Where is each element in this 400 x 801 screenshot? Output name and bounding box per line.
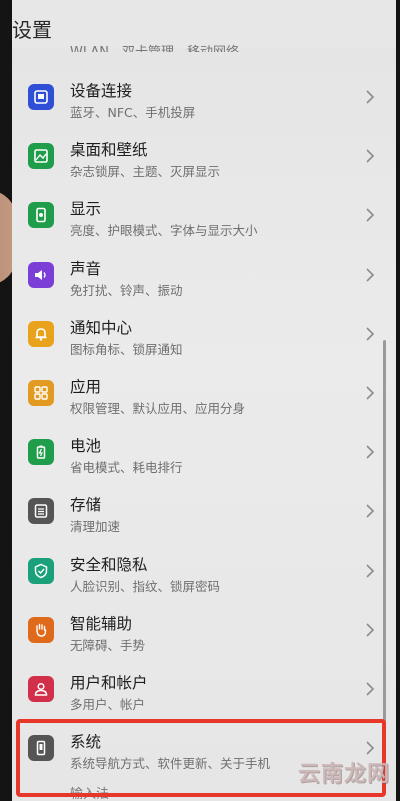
item-subtitle: 多用户、帐户: [70, 696, 146, 712]
chevron-right-icon: [366, 386, 375, 400]
chevron-right-icon: [366, 267, 375, 282]
chevron-right-icon: [366, 682, 375, 696]
settings-item-apps[interactable]: 应用 权限管理、默认应用、应用分身: [12, 362, 396, 421]
item-title: 声音: [70, 259, 102, 278]
chevron-right-icon: [366, 504, 375, 518]
item-subtitle: 权限管理、默认应用、应用分身: [70, 400, 246, 416]
settings-item-battery[interactable]: 电池 省电模式、耗电排行: [12, 421, 396, 480]
settings-item-notifications[interactable]: 通知中心 图标角标、锁屏通知: [12, 303, 396, 362]
scrollbar[interactable]: [383, 340, 386, 760]
item-title: 桌面和壁纸: [70, 141, 148, 160]
chevron-right-icon: [366, 149, 375, 163]
item-title: 电池: [70, 437, 102, 456]
chevron-right-icon: [366, 741, 375, 755]
settings-item-users[interactable]: 用户和帐户 多用户、帐户: [12, 658, 396, 717]
hand-icon: [28, 616, 54, 643]
settings-item-storage[interactable]: 存储 清理加速: [12, 480, 396, 539]
header: 设置 WLAN、双卡管理、移动网络: [12, 0, 396, 52]
settings-item-security[interactable]: 安全和隐私 人脸识别、指纹、锁屏密码: [12, 540, 396, 599]
item-title: 显示: [70, 200, 102, 219]
item-title: 应用: [70, 377, 102, 396]
apps-grid-icon: [28, 379, 54, 406]
user-icon: [28, 675, 54, 702]
phone-photo: 设置 WLAN、双卡管理、移动网络 设备连接 蓝牙、NFC、手机投屏 桌面和壁纸…: [0, 0, 400, 801]
settings-screen: 设置 WLAN、双卡管理、移动网络 设备连接 蓝牙、NFC、手机投屏 桌面和壁纸…: [12, 0, 396, 801]
item-title: 存储: [70, 496, 102, 515]
device-connection-icon: [28, 84, 54, 110]
item-subtitle: 杂志锁屏、主题、灭屏显示: [70, 164, 221, 180]
settings-item-sound[interactable]: 声音 免打扰、铃声、振动: [12, 244, 396, 303]
item-subtitle: 图标角标、锁屏通知: [70, 341, 183, 357]
storage-icon: [28, 498, 54, 525]
chevron-right-icon: [366, 445, 375, 459]
battery-icon: [28, 439, 54, 466]
item-subtitle: 亮度、护眼模式、字体与显示大小: [70, 223, 258, 239]
item-subtitle: 人脸识别、指纹、锁屏密码: [70, 578, 221, 594]
item-subtitle: 无障碍、手势: [70, 637, 146, 653]
item-subtitle: 免打扰、铃声、振动: [70, 282, 183, 298]
notification-bell-icon: [28, 320, 54, 347]
wlan-item-partial[interactable]: WLAN、双卡管理、移动网络: [70, 40, 239, 52]
display-icon: [28, 202, 54, 229]
item-title: 设备连接: [70, 82, 133, 100]
shield-icon: [28, 557, 54, 584]
chevron-right-icon: [366, 208, 375, 222]
item-title: 安全和隐私: [70, 555, 148, 574]
settings-item-device-connection[interactable]: 设备连接 蓝牙、NFC、手机投屏: [12, 66, 396, 125]
item-title: 通知中心: [70, 318, 133, 337]
watermark: 云南龙网: [297, 762, 390, 787]
item-subtitle: 蓝牙、NFC、手机投屏: [70, 105, 196, 120]
item-subtitle: 清理加速: [70, 519, 121, 535]
page-title: 设置: [12, 18, 52, 42]
sound-icon: [28, 261, 54, 288]
system-subtitle-overflow: 输入法: [70, 787, 110, 801]
wallpaper-icon: [28, 143, 54, 170]
item-subtitle: 省电模式、耗电排行: [70, 460, 183, 476]
settings-item-wallpaper[interactable]: 桌面和壁纸 杂志锁屏、主题、灭屏显示: [12, 125, 396, 184]
settings-list: 设备连接 蓝牙、NFC、手机投屏 桌面和壁纸 杂志锁屏、主题、灭屏显示 显示 亮: [12, 66, 396, 776]
chevron-right-icon: [366, 623, 375, 637]
item-subtitle: 系统导航方式、软件更新、关于手机: [70, 756, 271, 772]
chevron-right-icon: [366, 563, 375, 578]
chevron-right-icon: [366, 90, 375, 104]
settings-item-smart-assist[interactable]: 智能辅助 无障碍、手势: [12, 599, 396, 658]
item-title: 系统: [70, 733, 102, 752]
item-title: 用户和帐户: [70, 673, 148, 692]
settings-item-display[interactable]: 显示 亮度、护眼模式、字体与显示大小: [12, 184, 396, 243]
system-phone-icon: [28, 735, 54, 762]
item-title: 智能辅助: [70, 614, 133, 633]
chevron-right-icon: [366, 327, 375, 341]
